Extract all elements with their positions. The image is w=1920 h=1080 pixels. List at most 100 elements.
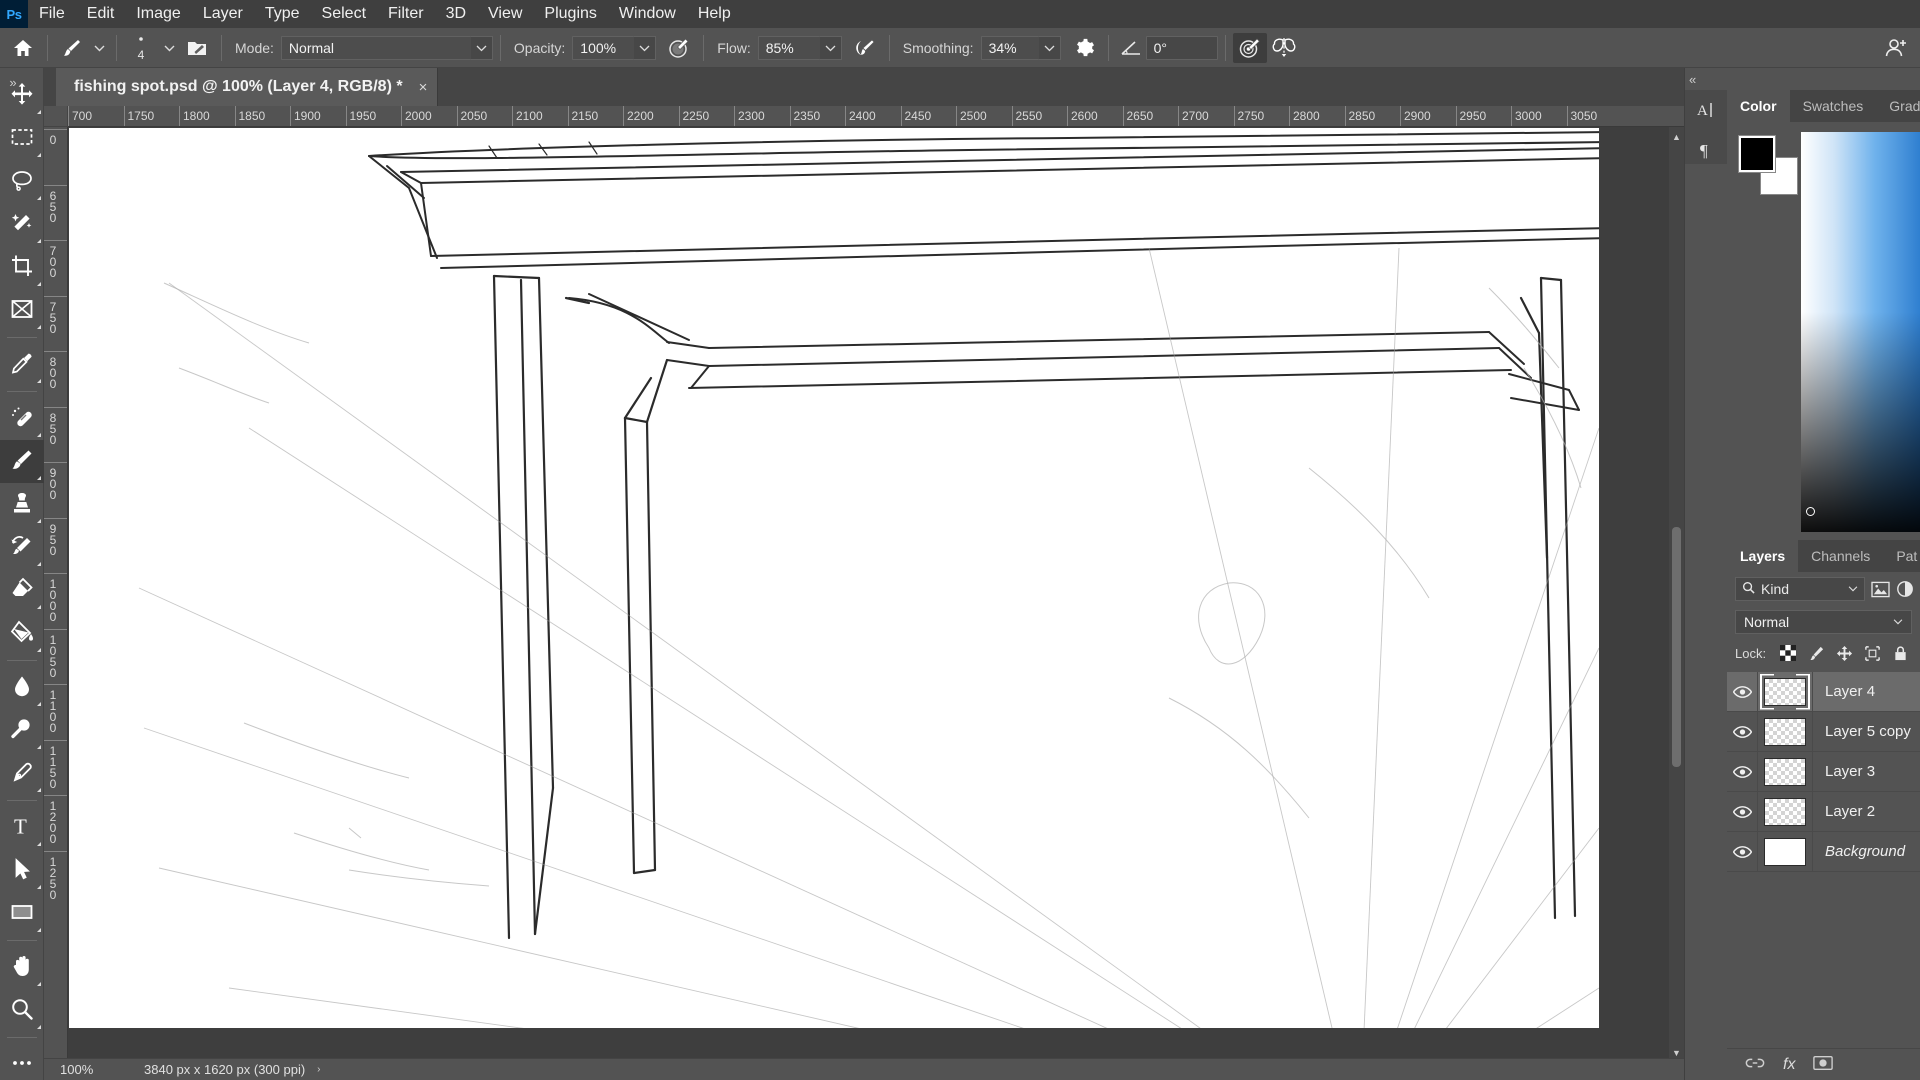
chevron-down-icon[interactable] [470,35,493,60]
layer-thumbnail[interactable] [1757,671,1813,712]
table-row[interactable]: Layer 3 [1727,751,1920,792]
vertical-ruler[interactable]: 0 650 700 750 800 850 900 950 1000 1050 1100 1150 12… [44,127,68,1080]
brush-size-preview[interactable]: 4 [124,33,158,63]
chevron-down-icon[interactable] [1038,35,1061,60]
brush-preset-icon[interactable] [55,33,89,63]
menu-item-file[interactable]: File [28,0,76,28]
layer-thumbnail[interactable] [1757,751,1813,792]
canvas-vertical-scrollbar[interactable]: ▲ ▼ [1669,127,1684,1062]
eye-visibility-icon[interactable] [1727,712,1757,752]
foreground-color-swatch[interactable] [1738,135,1776,173]
document-tab[interactable]: fishing spot.psd @ 100% (Layer 4, RGB/8)… [56,68,439,106]
tab-gradi[interactable]: Gradi [1876,90,1920,122]
blur-tool[interactable] [0,666,44,709]
chevron-down-icon[interactable] [1848,584,1858,595]
crop-tool[interactable] [0,246,44,289]
path-selection-tool[interactable] [0,849,44,892]
menu-item-edit[interactable]: Edit [76,0,126,28]
menu-item-help[interactable]: Help [687,0,742,28]
pressure-controls-size-icon[interactable] [1232,32,1267,63]
tab-color[interactable]: Color [1727,90,1790,122]
menu-item-image[interactable]: Image [125,0,191,28]
airbrush-icon[interactable] [848,33,882,63]
layer-name[interactable]: Layer 2 [1813,803,1875,820]
zoom-level[interactable]: 100% [44,1062,134,1077]
eyedropper-tool[interactable] [0,343,44,386]
brush-preset-dropdown[interactable] [89,33,109,63]
chevron-down-icon[interactable] [634,35,657,60]
clone-stamp-tool[interactable] [0,483,44,526]
lasso-tool[interactable] [0,160,44,203]
eye-visibility-icon[interactable] [1727,832,1757,872]
eye-visibility-icon[interactable] [1727,672,1757,712]
brush-size-dropdown[interactable] [158,33,180,63]
transparency-lock-icon[interactable] [1776,642,1800,664]
pressure-controls-opacity-icon[interactable] [662,33,696,63]
frame-tool[interactable] [0,289,44,332]
table-row[interactable]: Layer 2 [1727,791,1920,832]
mode-combo[interactable]: Normal [280,35,493,60]
gradient-tool[interactable] [0,612,44,655]
home-icon[interactable] [6,33,40,63]
ruler-corner[interactable] [44,106,68,127]
zoom-tool[interactable] [0,989,44,1032]
tab-pat[interactable]: Pat [1883,540,1920,572]
brush-lock-icon[interactable] [1804,642,1828,664]
filter-pixel-layers-icon[interactable] [1871,577,1890,601]
layer-name[interactable]: Layer 3 [1813,763,1875,780]
edit-toolbar[interactable] [0,1043,44,1080]
brush-tool[interactable] [0,440,44,483]
object-selection-tool[interactable] [0,203,44,246]
table-row[interactable]: Background [1727,831,1920,872]
mask-icon[interactable] [1813,1055,1834,1074]
layer-filter-kind-combo[interactable]: Kind [1735,577,1865,601]
menu-item-3d[interactable]: 3D [435,0,477,28]
rectangle-tool[interactable] [0,892,44,935]
menu-item-view[interactable]: View [477,0,533,28]
tab-swatches[interactable]: Swatches [1790,90,1877,122]
character-panel-icon[interactable]: A [1685,90,1727,130]
eye-visibility-icon[interactable] [1727,792,1757,832]
gear-icon[interactable] [1067,33,1101,63]
symmetry-butterfly-icon[interactable] [1267,33,1301,63]
layer-name[interactable]: Background [1813,843,1905,860]
history-brush-tool[interactable] [0,526,44,569]
chevron-down-icon[interactable] [819,35,842,60]
opacity-value[interactable]: 100% [572,35,635,60]
layer-name[interactable]: Layer 4 [1813,683,1875,700]
smoothing-value[interactable]: 34% [980,35,1039,60]
hand-tool[interactable] [0,946,44,989]
tab-channels[interactable]: Channels [1798,540,1883,572]
table-row[interactable]: Layer 5 copy [1727,711,1920,752]
artboard-lock-icon[interactable] [1860,642,1884,664]
menu-item-plugins[interactable]: Plugins [533,0,607,28]
menu-item-select[interactable]: Select [311,0,377,28]
layer-thumbnail[interactable] [1757,791,1813,832]
opacity-combo[interactable]: 100% [572,35,657,60]
filter-adjustment-layers-icon[interactable] [1896,577,1914,601]
layer-thumbnail[interactable] [1757,831,1813,872]
eraser-tool[interactable] [0,569,44,612]
layer-thumbnail[interactable] [1757,711,1813,752]
menu-item-window[interactable]: Window [608,0,687,28]
move-lock-icon[interactable] [1832,642,1856,664]
horizontal-ruler[interactable]: 700 1750 1800 1850 1900 1950 2000 2050 2100 2150 2… [68,106,1684,127]
pen-tool[interactable] [0,752,44,795]
all-lock-icon[interactable] [1888,642,1912,664]
flow-value[interactable]: 85% [757,35,820,60]
color-spectrum-ramp[interactable] [1801,132,1920,532]
mode-value[interactable]: Normal [280,35,471,60]
document-canvas[interactable]: RRCG 人人素材 [69,128,1599,1028]
status-expand-arrow-icon[interactable]: › [317,1064,320,1075]
menu-item-layer[interactable]: Layer [192,0,254,28]
fx-icon[interactable]: fx [1783,1056,1795,1074]
menu-item-type[interactable]: Type [254,0,311,28]
dock-collapse-icon[interactable]: « [1689,72,1696,87]
close-icon[interactable]: × [419,79,428,96]
chevron-down-icon[interactable] [1893,617,1903,628]
scroll-thumb[interactable] [1672,527,1681,767]
scroll-up-arrow-icon[interactable]: ▲ [1669,129,1684,144]
user-account-icon[interactable] [1878,33,1912,63]
eye-visibility-icon[interactable] [1727,752,1757,792]
healing-brush-tool[interactable] [0,397,44,440]
